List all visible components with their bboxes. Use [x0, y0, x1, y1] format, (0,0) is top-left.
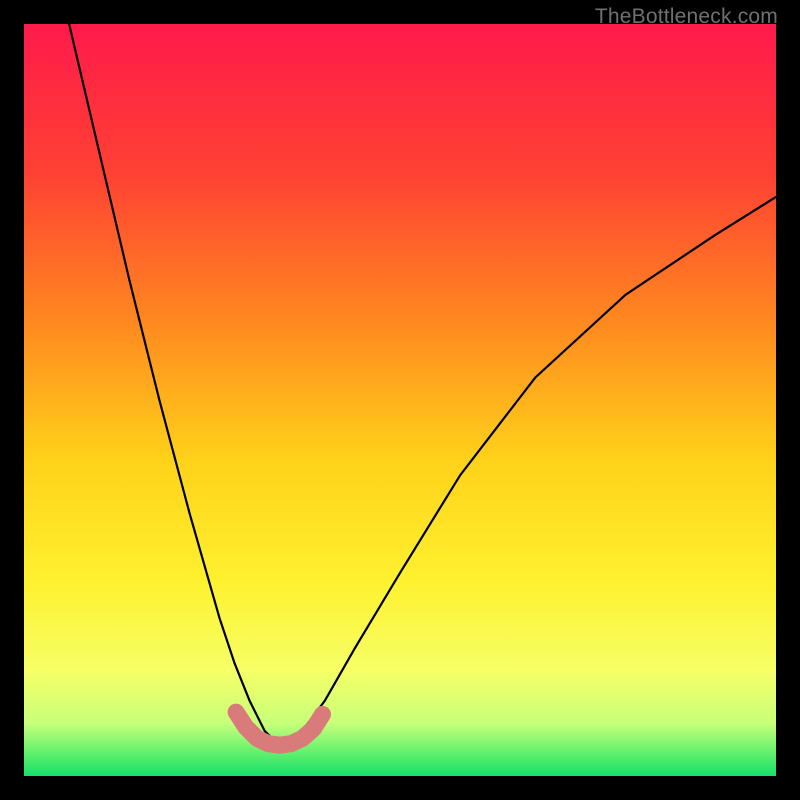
- optimal-range-dot-left: [228, 704, 244, 720]
- optimal-range-dot-right: [315, 706, 331, 722]
- chart-frame: [24, 24, 776, 776]
- bottleneck-chart: [24, 24, 776, 776]
- gradient-background: [24, 24, 776, 776]
